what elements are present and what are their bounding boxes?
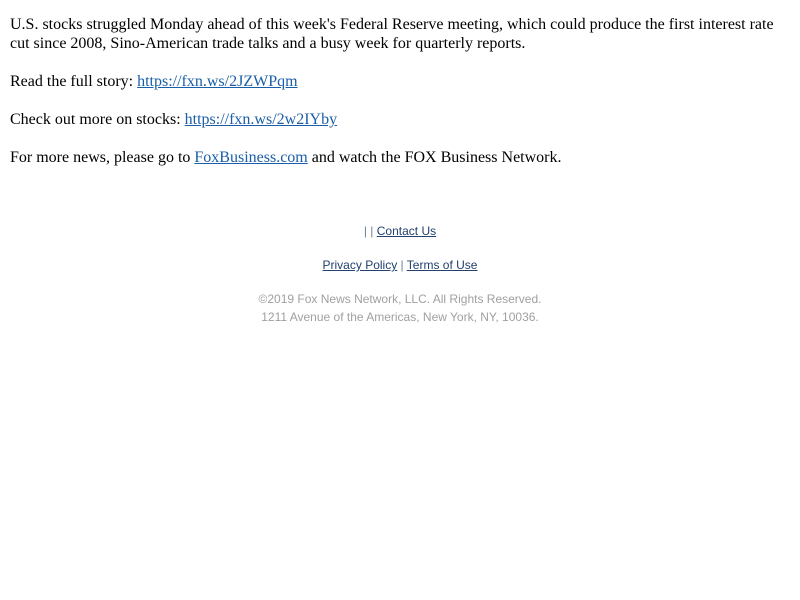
read-full-story-label: Read the full story: [10,73,138,90]
contact-us-link[interactable]: Contact Us [377,224,436,238]
email-body: U.S. stocks struggled Monday ahead of th… [0,0,800,600]
address-text: 1211 Avenue of the Americas, New York, N… [261,310,539,324]
email-footer: | | Contact Us Privacy Policy | Terms of… [0,222,800,326]
more-news-line: For more news, please go to FoxBusiness.… [10,148,790,167]
story-content: U.S. stocks struggled Monday ahead of th… [10,15,790,167]
read-full-story-line: Read the full story: https://fxn.ws/2JZW… [10,72,790,91]
more-news-suffix: and watch the FOX Business Network. [307,149,562,166]
footer-links-row-2: Privacy Policy | Terms of Use [0,256,800,274]
foxbusiness-link[interactable]: FoxBusiness.com [194,149,307,166]
more-stocks-link[interactable]: https://fxn.ws/2w2IYby [185,111,337,128]
story-intro: U.S. stocks struggled Monday ahead of th… [10,16,774,52]
more-news-label: For more news, please go to [10,149,195,166]
footer-links-row-1: | | Contact Us [0,222,800,240]
terms-of-use-link[interactable]: Terms of Use [407,258,478,272]
footer-separator: | [397,258,407,272]
more-stocks-line: Check out more on stocks: https://fxn.ws… [10,110,790,129]
copyright-text: ©2019 Fox News Network, LLC. All Rights … [258,292,542,306]
read-full-story-link[interactable]: https://fxn.ws/2JZWPqm [137,73,297,90]
more-stocks-label: Check out more on stocks: [10,111,185,128]
footer-separators: | | [363,224,377,238]
privacy-policy-link[interactable]: Privacy Policy [323,258,398,272]
